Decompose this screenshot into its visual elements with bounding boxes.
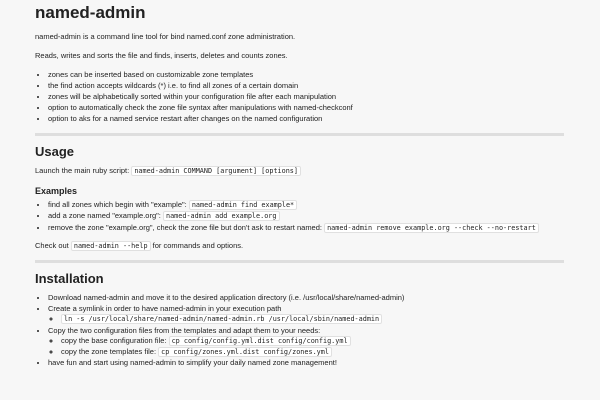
- example-text: add a zone named "example.org":: [48, 211, 161, 221]
- substep-text: copy the zone templates file:: [61, 346, 157, 356]
- substep-code: cp config/config.yml.dist config/config.…: [168, 335, 351, 346]
- install-step: have fun and start using named-admin to …: [48, 358, 564, 368]
- install-substep: copy the zone templates file: cp config/…: [61, 346, 564, 357]
- install-step-text: Copy the two configuration files from th…: [48, 325, 321, 335]
- help-note: Check out named-admin --help for command…: [35, 240, 564, 251]
- feature-list: zones can be inserted based on customiza…: [35, 70, 564, 125]
- install-substeps: ln -s /usr/local/share/named-admin/named…: [48, 314, 564, 325]
- install-step-text: Create a symlink in order to have named-…: [48, 304, 282, 314]
- feature-item: the find action accepts wildcards (*) i.…: [48, 81, 564, 91]
- example-text: remove the zone "example.org", check the…: [48, 222, 322, 232]
- usage-heading: Usage: [35, 143, 75, 159]
- installation-steps: Download named-admin and move it to the …: [35, 293, 564, 368]
- install-substeps: copy the base configuration file: cp con…: [48, 335, 564, 357]
- example-code: named-admin find example*: [188, 200, 298, 211]
- intro-description: named-admin is a command line tool for b…: [35, 31, 296, 41]
- help-pre: Check out: [35, 240, 69, 250]
- feature-item: zones will be alphabetically sorted with…: [48, 92, 564, 102]
- example-item: add a zone named "example.org": named-ad…: [48, 211, 564, 222]
- section-divider: [35, 132, 564, 136]
- install-step: Create a symlink in order to have named-…: [48, 304, 564, 325]
- example-text: find all zones which begin with "example…: [48, 200, 187, 210]
- usage-launch-code: named-admin COMMAND [argument] [options]: [131, 165, 301, 176]
- section-divider: [35, 259, 564, 263]
- substep-text: copy the base configuration file:: [61, 335, 167, 345]
- examples-heading: Examples: [35, 186, 78, 197]
- feature-item: option to aks for a named service restar…: [48, 114, 564, 124]
- install-substep: ln -s /usr/local/share/named-admin/named…: [61, 314, 564, 325]
- example-code: named-admin add example.org: [163, 211, 280, 222]
- example-item: remove the zone "example.org", check the…: [48, 222, 564, 233]
- help-post: for commands and options.: [152, 240, 244, 250]
- install-step: Copy the two configuration files from th…: [48, 326, 564, 357]
- example-code: named-admin remove example.org --check -…: [324, 222, 539, 233]
- examples-list: find all zones which begin with "example…: [35, 200, 564, 233]
- example-item: find all zones which begin with "example…: [48, 200, 564, 211]
- page-title: named-admin: [35, 3, 146, 22]
- feature-item: option to automatically check the zone f…: [48, 103, 564, 113]
- install-step: Download named-admin and move it to the …: [48, 293, 564, 303]
- substep-code: cp config/zones.yml.dist config/zones.ym…: [158, 346, 332, 357]
- intro-summary: Reads, writes and sorts the file and fin…: [35, 50, 288, 60]
- help-code: named-admin --help: [70, 240, 151, 251]
- feature-item: zones can be inserted based on customiza…: [48, 70, 564, 80]
- usage-launch: Launch the main ruby script: named-admin…: [35, 165, 564, 176]
- readme-page: named-admin named-admin is a command lin…: [0, 0, 600, 368]
- symlink-code: ln -s /usr/local/share/named-admin/named…: [61, 314, 383, 325]
- install-substep: copy the base configuration file: cp con…: [61, 335, 564, 346]
- usage-launch-text: Launch the main ruby script:: [35, 165, 130, 175]
- installation-heading: Installation: [35, 270, 104, 286]
